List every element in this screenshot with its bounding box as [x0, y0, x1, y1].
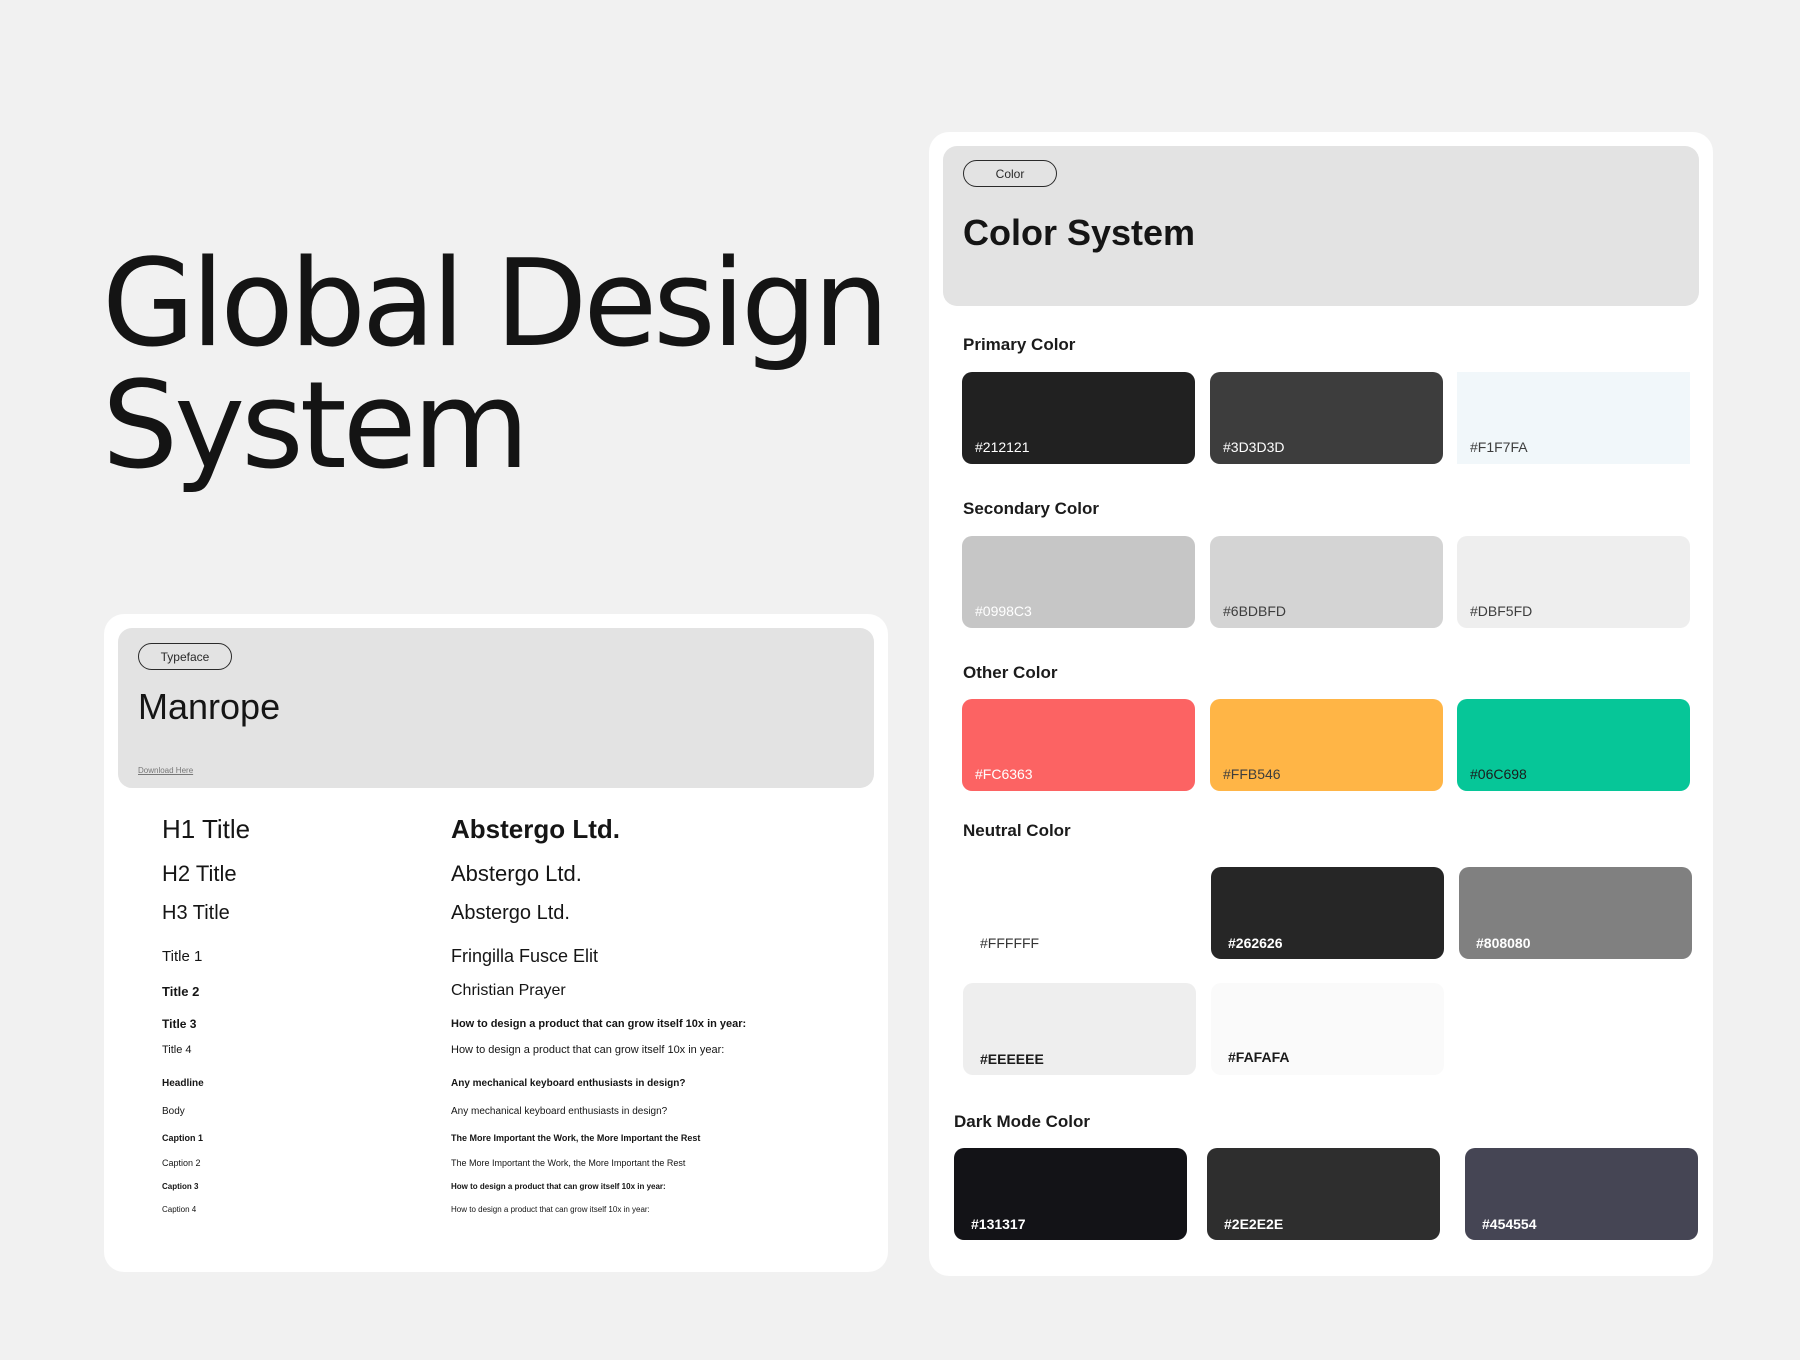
swatch-neutral: #FFFFFF	[963, 867, 1196, 959]
swatch-hex: #0998C3	[975, 603, 1032, 619]
type-label: Title 1	[162, 948, 203, 965]
type-label: Title 2	[162, 984, 200, 999]
swatch-secondary: #6BDBFD	[1210, 536, 1443, 628]
type-label: Title 4	[162, 1044, 192, 1056]
type-label: H1 Title	[162, 814, 251, 844]
page-title-line-2: System	[102, 357, 529, 496]
color-card-header: Color Color System	[943, 146, 1699, 306]
type-label: Body	[162, 1106, 185, 1117]
swatch-other: #06C698	[1457, 699, 1690, 791]
page-title-line-1: Global Design	[102, 235, 889, 374]
swatch-dark: #131317	[954, 1148, 1187, 1240]
swatch-hex: #FFB546	[1223, 766, 1281, 782]
swatch-neutral: #808080	[1459, 867, 1692, 959]
type-sample: How to design a product that can grow it…	[451, 1018, 747, 1030]
typeface-card: Typeface Manrope Download Here H1 Title …	[104, 614, 888, 1272]
swatch-hex: #FFFFFF	[980, 935, 1040, 951]
type-sample: Abstergo Ltd.	[451, 902, 570, 924]
swatch-hex: #454554	[1482, 1216, 1537, 1232]
other-color-label: Other Color	[963, 663, 1058, 682]
swatch-hex: #EEEEEE	[980, 1051, 1044, 1067]
swatch-primary: #3D3D3D	[1210, 372, 1443, 464]
type-label: Caption 2	[162, 1158, 201, 1168]
neutral-color-label: Neutral Color	[963, 821, 1071, 840]
type-sample: Fringilla Fusce Elit	[451, 946, 599, 966]
swatch-neutral: #EEEEEE	[963, 983, 1196, 1075]
type-sample: How to design a product that can grow it…	[451, 1044, 725, 1056]
type-label: Caption 1	[162, 1133, 204, 1143]
swatch-neutral: #262626	[1211, 867, 1444, 959]
swatch-neutral: #FAFAFA	[1211, 983, 1444, 1075]
swatch-hex: #F1F7FA	[1470, 439, 1528, 455]
color-system-title: Color System	[963, 212, 1196, 253]
swatch-hex: #FC6363	[975, 766, 1033, 782]
swatch-hex: #DBF5FD	[1470, 603, 1533, 619]
swatch-hex: #06C698	[1470, 766, 1527, 782]
swatch-secondary: #0998C3	[962, 536, 1195, 628]
swatch-dark: #454554	[1465, 1148, 1698, 1240]
swatch-other: #FFB546	[1210, 699, 1443, 791]
type-label: Title 3	[162, 1017, 197, 1031]
type-label: Caption 4	[162, 1205, 197, 1214]
swatch-secondary: #DBF5FD	[1457, 536, 1690, 628]
type-sample: Any mechanical keyboard enthusiasts in d…	[451, 1106, 668, 1117]
dark-mode-color-label: Dark Mode Color	[954, 1112, 1091, 1131]
type-label: H2 Title	[162, 861, 237, 886]
swatch-hex: #212121	[975, 439, 1030, 455]
type-scale: H1 Title Abstergo Ltd. H2 Title Abstergo…	[104, 614, 888, 1272]
type-sample: Any mechanical keyboard enthusiasts in d…	[451, 1078, 686, 1089]
type-sample: How to design a product that can grow it…	[451, 1205, 650, 1214]
swatch-primary: #F1F7FA	[1457, 372, 1690, 464]
swatch-other: #FC6363	[962, 699, 1195, 791]
color-tag: Color	[963, 160, 1057, 187]
color-system-card: Color Color System Primary Color #212121…	[929, 132, 1713, 1276]
type-sample: The More Important the Work, the More Im…	[451, 1133, 701, 1143]
swatch-hex: #2E2E2E	[1224, 1216, 1284, 1232]
type-sample: Abstergo Ltd.	[451, 814, 620, 844]
type-sample: Christian Prayer	[451, 982, 566, 999]
secondary-color-label: Secondary Color	[963, 499, 1100, 518]
swatch-primary: #212121	[962, 372, 1195, 464]
swatch-hex: #6BDBFD	[1223, 603, 1287, 619]
swatch-hex: #3D3D3D	[1223, 439, 1285, 455]
swatch-hex: #808080	[1476, 935, 1531, 951]
primary-color-label: Primary Color	[963, 335, 1076, 354]
page-title: Global Design System	[102, 235, 889, 496]
type-label: Headline	[162, 1078, 204, 1089]
type-sample: How to design a product that can grow it…	[451, 1182, 666, 1191]
swatch-hex: #262626	[1228, 935, 1283, 951]
type-label: H3 Title	[162, 902, 230, 924]
swatch-hex: #FAFAFA	[1228, 1049, 1290, 1065]
type-label: Caption 3	[162, 1182, 199, 1191]
swatch-hex: #131317	[971, 1216, 1026, 1232]
type-sample: The More Important the Work, the More Im…	[451, 1158, 686, 1168]
type-sample: Abstergo Ltd.	[451, 861, 582, 886]
swatch-dark: #2E2E2E	[1207, 1148, 1440, 1240]
